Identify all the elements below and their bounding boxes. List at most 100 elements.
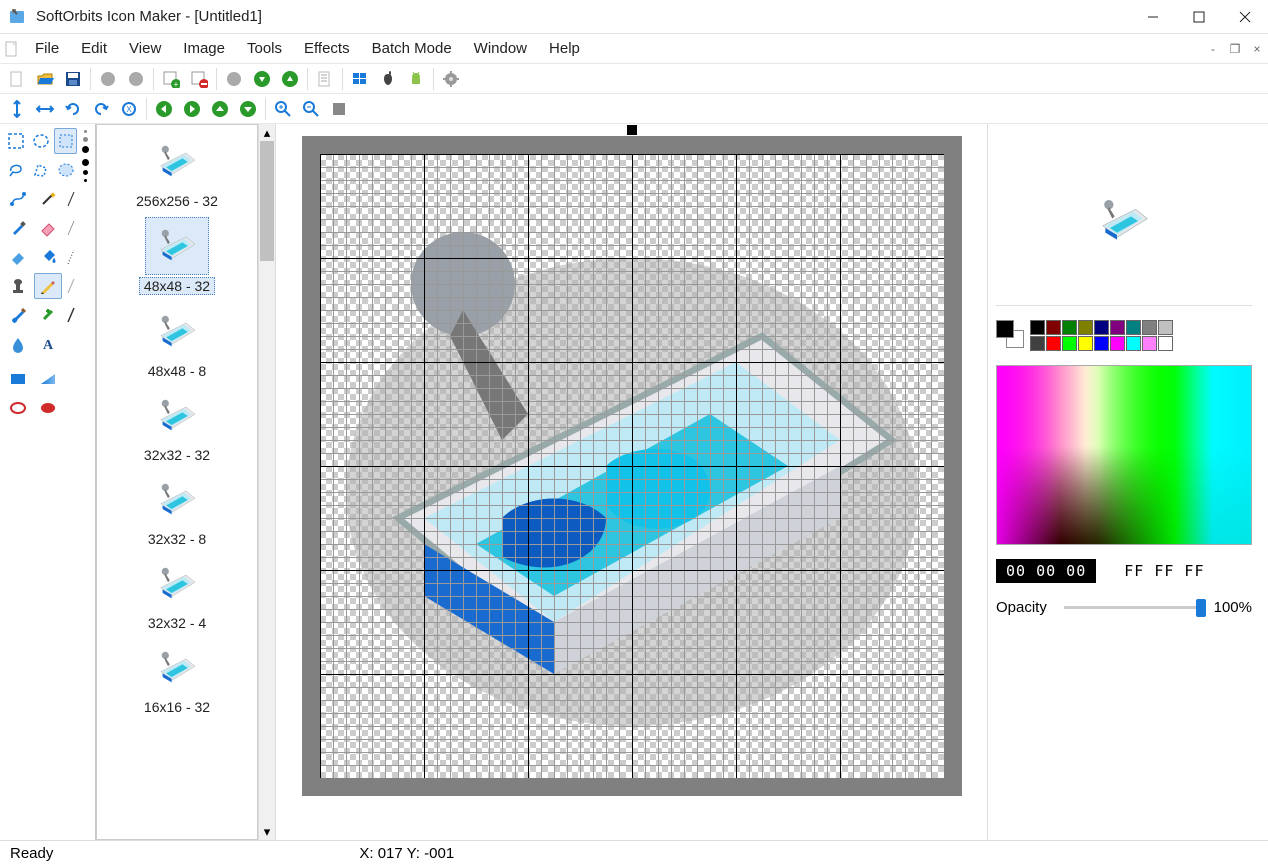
line-style-d[interactable] xyxy=(64,273,78,299)
heal-tool[interactable] xyxy=(34,302,62,328)
color-select-tool[interactable] xyxy=(54,157,77,183)
line-style-a[interactable] xyxy=(64,186,78,212)
mdi-minimize[interactable]: - xyxy=(1202,34,1224,63)
minimize-button[interactable] xyxy=(1130,0,1176,34)
select-ellipse-tool[interactable] xyxy=(29,128,52,154)
swatch[interactable] xyxy=(1078,320,1093,335)
scroll-down-icon[interactable]: ▾ xyxy=(259,823,275,840)
scroll-up-icon[interactable]: ▴ xyxy=(259,124,275,141)
redo-button[interactable] xyxy=(123,67,149,91)
zoom-in-button[interactable] xyxy=(270,97,296,121)
swatch[interactable] xyxy=(1062,336,1077,351)
filled-ellipse-tool[interactable] xyxy=(34,395,62,421)
flip-horizontal-button[interactable] xyxy=(32,97,58,121)
zoom-fit-button[interactable] xyxy=(326,97,352,121)
undo-button[interactable] xyxy=(95,67,121,91)
new-button[interactable] xyxy=(4,67,30,91)
swatch[interactable] xyxy=(1046,320,1061,335)
swatch[interactable] xyxy=(1094,320,1109,335)
pixel-canvas[interactable] xyxy=(320,154,944,778)
menu-view[interactable]: View xyxy=(118,34,172,63)
opacity-slider[interactable] xyxy=(1064,597,1206,617)
swatch[interactable] xyxy=(1062,320,1077,335)
menu-window[interactable]: Window xyxy=(463,34,538,63)
apple-icon[interactable] xyxy=(375,67,401,91)
rotate-cw-button[interactable] xyxy=(88,97,114,121)
stamp-tool[interactable] xyxy=(4,273,32,299)
remove-image-button[interactable] xyxy=(186,67,212,91)
ellipse-shape-tool[interactable] xyxy=(4,395,32,421)
bg-hex[interactable]: FF FF FF xyxy=(1114,559,1214,583)
swatch[interactable] xyxy=(1142,320,1157,335)
size-item[interactable]: 32x32 - 4 xyxy=(145,551,209,635)
bezier-tool[interactable] xyxy=(4,186,32,212)
swatch[interactable] xyxy=(1046,336,1061,351)
mdi-close[interactable]: × xyxy=(1246,34,1268,63)
record-button[interactable] xyxy=(221,67,247,91)
swatch[interactable] xyxy=(1030,336,1045,351)
menu-tools[interactable]: Tools xyxy=(236,34,293,63)
size-item[interactable]: 32x32 - 32 xyxy=(144,383,210,467)
pencil-tool[interactable] xyxy=(34,273,62,299)
settings-button[interactable] xyxy=(438,67,464,91)
brush-tool[interactable] xyxy=(4,302,32,328)
mdi-restore[interactable]: ❐ xyxy=(1224,34,1246,63)
select-rect-dashed-tool[interactable] xyxy=(4,128,27,154)
swatch[interactable] xyxy=(1126,320,1141,335)
menu-batch-mode[interactable]: Batch Mode xyxy=(361,34,463,63)
nav-left-button[interactable] xyxy=(151,97,177,121)
color-field[interactable] xyxy=(996,365,1252,545)
eraser-tool[interactable] xyxy=(34,215,62,241)
gradient-shape-tool[interactable] xyxy=(34,366,62,392)
nav-up-button[interactable] xyxy=(207,97,233,121)
size-item[interactable]: 48x48 - 32 xyxy=(139,213,215,299)
menu-image[interactable]: Image xyxy=(172,34,236,63)
lasso-tool[interactable] xyxy=(4,157,27,183)
text-tool[interactable]: A xyxy=(34,331,62,357)
swatch[interactable] xyxy=(1158,320,1173,335)
line-style-e[interactable] xyxy=(64,302,78,328)
select-rect-tool[interactable] xyxy=(54,128,77,154)
line-style-c[interactable] xyxy=(64,244,78,270)
size-item[interactable]: 48x48 - 8 xyxy=(145,299,209,383)
size-item[interactable]: 16x16 - 32 xyxy=(144,635,210,719)
add-image-button[interactable]: + xyxy=(158,67,184,91)
export-doc-button[interactable] xyxy=(312,67,338,91)
menu-file[interactable]: File xyxy=(24,34,70,63)
fg-bg-colors[interactable] xyxy=(996,320,1024,348)
swatch[interactable] xyxy=(1078,336,1093,351)
rect-shape-tool[interactable] xyxy=(4,366,32,392)
rotate-angle-button[interactable]: X xyxy=(116,97,142,121)
rotate-ccw-button[interactable] xyxy=(60,97,86,121)
size-item[interactable]: 256x256 - 32 xyxy=(136,129,218,213)
zoom-out-button[interactable] xyxy=(298,97,324,121)
maximize-button[interactable] xyxy=(1176,0,1222,34)
swatch[interactable] xyxy=(1110,336,1125,351)
save-button[interactable] xyxy=(60,67,86,91)
fg-hex[interactable]: 00 00 00 xyxy=(996,559,1096,583)
canvas-handle[interactable] xyxy=(276,124,987,136)
menu-effects[interactable]: Effects xyxy=(293,34,361,63)
windows-icon[interactable] xyxy=(347,67,373,91)
eyedropper-tool[interactable] xyxy=(4,215,32,241)
replace-color-tool[interactable] xyxy=(4,244,32,270)
nav-right-button[interactable] xyxy=(179,97,205,121)
menu-help[interactable]: Help xyxy=(538,34,591,63)
menu-edit[interactable]: Edit xyxy=(70,34,118,63)
blur-tool[interactable] xyxy=(4,331,32,357)
swatch[interactable] xyxy=(1158,336,1173,351)
play-down-button[interactable] xyxy=(249,67,275,91)
polygon-select-tool[interactable] xyxy=(29,157,52,183)
size-item[interactable]: 32x32 - 8 xyxy=(145,467,209,551)
android-icon[interactable] xyxy=(403,67,429,91)
brush-size-picker[interactable] xyxy=(79,128,91,154)
close-button[interactable] xyxy=(1222,0,1268,34)
flip-vertical-button[interactable] xyxy=(4,97,30,121)
magic-wand-tool[interactable] xyxy=(34,186,62,212)
swatch[interactable] xyxy=(1110,320,1125,335)
bucket-tool[interactable] xyxy=(34,244,62,270)
swatch[interactable] xyxy=(1142,336,1157,351)
swatch[interactable] xyxy=(1126,336,1141,351)
opacity-dots[interactable] xyxy=(79,157,91,183)
play-up-button[interactable] xyxy=(277,67,303,91)
